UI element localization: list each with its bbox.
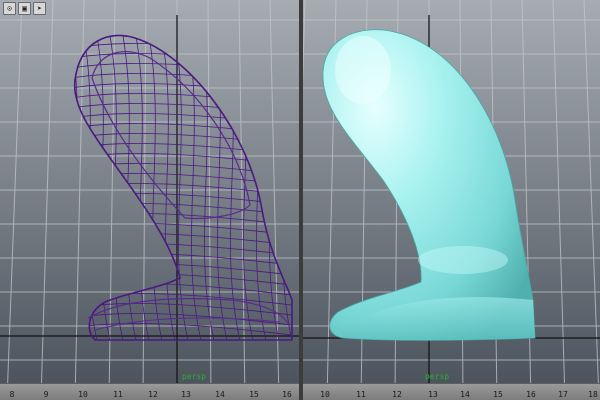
ruler-label: 18 bbox=[588, 390, 598, 399]
ruler-label: 15 bbox=[249, 390, 259, 399]
ruler-label: 9 bbox=[43, 390, 49, 399]
ruler-label: 14 bbox=[460, 390, 470, 399]
ruler-label: 16 bbox=[282, 390, 292, 399]
ruler-label: 13 bbox=[428, 390, 438, 399]
ruler-label: 16 bbox=[526, 390, 536, 399]
ruler-label: 17 bbox=[558, 390, 568, 399]
ruler-label: 12 bbox=[148, 390, 158, 399]
ruler-label: 10 bbox=[78, 390, 88, 399]
camera-label: persp bbox=[425, 372, 450, 381]
ruler-label: 15 bbox=[493, 390, 503, 399]
right-viewport-shaded[interactable]: persp 10 11 12 13 14 15 16 17 18 bbox=[303, 0, 600, 400]
ruler-label: 8 bbox=[9, 390, 15, 399]
ruler-label: 12 bbox=[392, 390, 402, 399]
left-viewport-wireframe[interactable]: ⊙ ▣ ➤ persp 8 9 10 11 12 13 14 15 16 bbox=[0, 0, 299, 400]
ruler-left: 8 9 10 11 12 13 14 15 16 bbox=[0, 383, 299, 400]
camera-icon[interactable]: ⊙ bbox=[3, 2, 16, 15]
right-viewport-canvas[interactable] bbox=[303, 0, 600, 400]
ruler-right: 10 11 12 13 14 15 16 17 18 bbox=[303, 383, 600, 400]
arrow-select-icon[interactable]: ➤ bbox=[33, 2, 46, 15]
ruler-label: 11 bbox=[113, 390, 123, 399]
ruler-label: 13 bbox=[181, 390, 191, 399]
ruler-label: 10 bbox=[320, 390, 330, 399]
cube-icon[interactable]: ▣ bbox=[18, 2, 31, 15]
ruler-label: 14 bbox=[215, 390, 225, 399]
ruler-label: 11 bbox=[356, 390, 366, 399]
left-viewport-canvas[interactable] bbox=[0, 0, 299, 400]
viewport-toolbar: ⊙ ▣ ➤ bbox=[0, 0, 49, 16]
camera-label: persp bbox=[182, 372, 207, 381]
